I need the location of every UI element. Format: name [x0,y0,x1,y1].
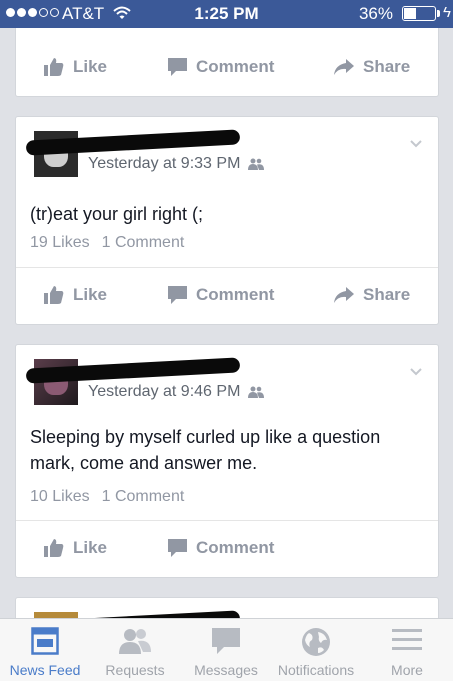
post-actions: Like Comment [16,520,438,577]
tab-label: Messages [194,662,258,678]
share-icon [334,287,354,303]
tab-messages[interactable]: Messages [181,619,271,681]
share-icon [334,59,354,75]
battery-percent: 36% [358,4,393,23]
post-meta: Yesterday at 9:46 PM [88,383,265,401]
tab-requests[interactable]: Requests [90,619,180,681]
tab-label: News Feed [9,662,81,678]
post-actions: Like Comment Share [16,40,438,96]
tab-news-feed[interactable]: News Feed [0,619,90,681]
likes-count[interactable]: 10 Likes [30,488,90,506]
tab-label: Notifications [277,662,355,678]
battery-icon [402,6,436,21]
comment-button[interactable]: Comment [168,57,274,77]
post-card: Yesterday at 9:33 PM (tr)eat your girl r… [15,116,439,325]
comment-label: Comment [196,57,275,76]
tab-label: Requests [105,662,165,678]
post-text: Sleeping by myself curled up like a ques… [30,427,381,473]
news-feed-icon [31,627,59,655]
thumbs-up-icon [44,58,64,76]
post-actions: Like Comment Share [16,267,438,324]
tab-bar: News Feed Requests Messages Notification… [0,618,453,681]
comment-label: Comment [196,538,275,557]
battery-tip [437,10,440,17]
tab-notifications[interactable]: Notifications [271,619,361,681]
post-counts: 19 Likes 1 Comment [30,234,184,252]
tab-label: More [391,662,423,678]
post-card: Yesterday at 9:46 PM Sleeping by myself … [15,344,439,578]
post-timestamp[interactable]: Yesterday at 9:33 PM [88,155,240,173]
comment-icon [168,286,187,304]
comments-count[interactable]: 1 Comment [102,234,185,252]
comment-button[interactable]: Comment [168,285,274,305]
likes-count[interactable]: 19 Likes [30,234,90,252]
post-meta: Yesterday at 9:33 PM [88,155,265,173]
share-button[interactable]: Share [334,57,410,77]
menu-icon [392,629,422,650]
comment-label: Comment [196,285,275,304]
messages-icon [212,628,240,654]
chevron-down-icon[interactable] [410,365,422,377]
comment-icon [168,58,187,76]
comment-icon [168,539,187,557]
thumbs-up-icon [44,286,64,304]
chevron-down-icon[interactable] [410,137,422,149]
like-button[interactable]: Like [44,285,107,305]
comment-button[interactable]: Comment [168,538,274,558]
charging-icon: ϟ [443,4,451,21]
like-button[interactable]: Like [44,538,107,558]
like-label: Like [73,285,108,304]
requests-icon [119,629,151,654]
post-timestamp[interactable]: Yesterday at 9:46 PM [88,383,240,401]
like-label: Like [73,538,108,557]
post-counts: 10 Likes 1 Comment [30,488,184,506]
share-label: Share [363,285,411,304]
like-label: Like [73,57,108,76]
post-text: (tr)eat your girl right (; [30,204,204,224]
thumbs-up-icon [44,539,64,557]
status-bar: AT&T 1:25 PM 36% ϟ [0,0,453,28]
post-card: Like Comment Share [15,18,439,97]
tab-more[interactable]: More [362,619,452,681]
friends-audience-icon [248,158,265,170]
comments-count[interactable]: 1 Comment [102,488,185,506]
like-button[interactable]: Like [44,57,107,77]
globe-icon [302,628,330,656]
share-label: Share [363,57,411,76]
friends-audience-icon [248,386,265,398]
share-button[interactable]: Share [334,285,410,305]
